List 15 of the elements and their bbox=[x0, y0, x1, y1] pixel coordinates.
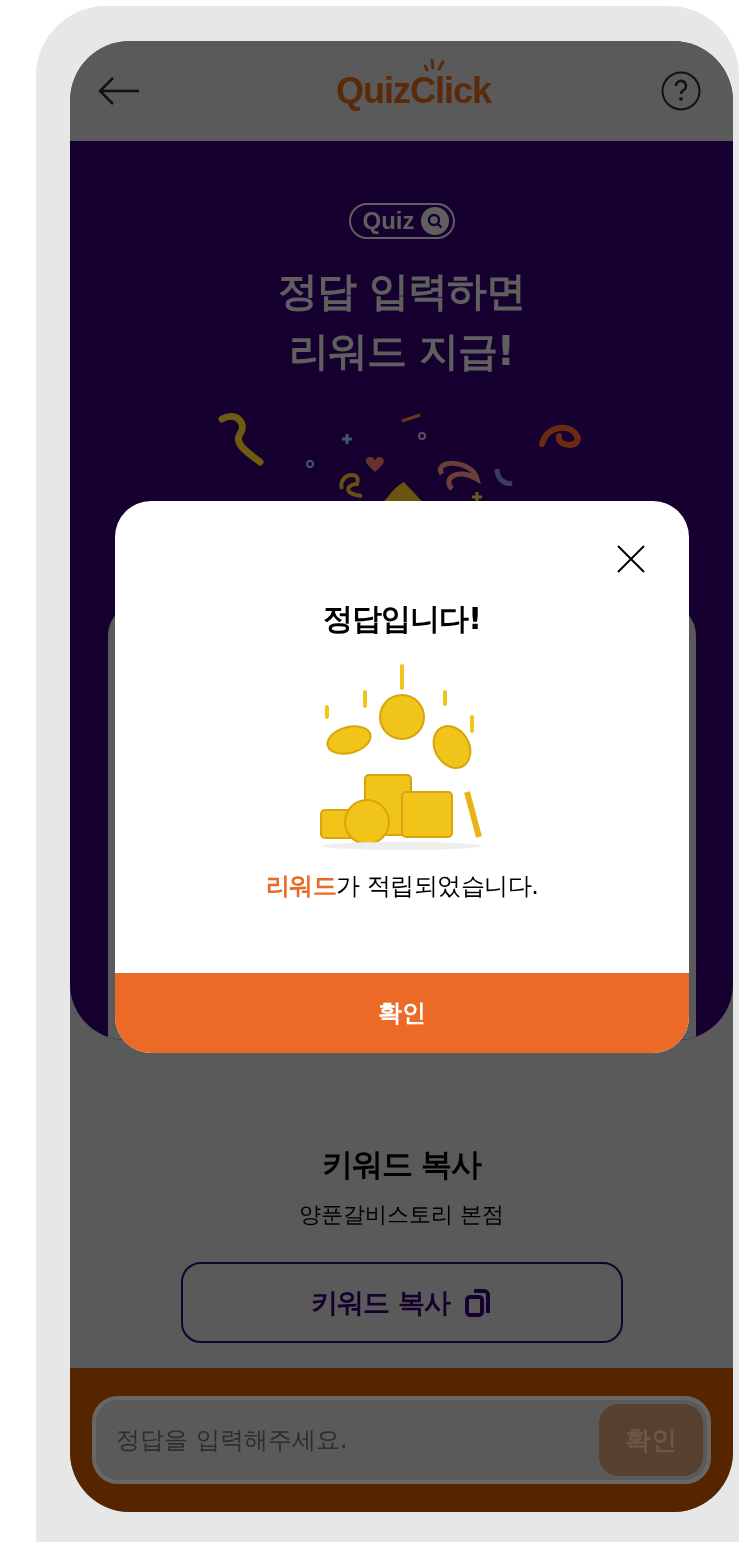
back-arrow-icon[interactable] bbox=[98, 76, 140, 106]
copy-keyword-button[interactable]: 키워드 복사 bbox=[180, 1262, 623, 1343]
quiz-badge: Quiz bbox=[348, 203, 455, 239]
hero-title: 정답 입력하면 리워드 지급! bbox=[278, 267, 525, 376]
store-name: 양푼갈비스토리 본점 bbox=[299, 1201, 504, 1229]
confirm-button[interactable]: 확인 bbox=[115, 973, 689, 1053]
copy-icon bbox=[463, 1286, 492, 1319]
close-icon[interactable] bbox=[617, 545, 645, 573]
app-logo: QuizClick bbox=[335, 70, 491, 112]
section-title: 키워드 복사 bbox=[321, 1145, 482, 1184]
modal-title: 정답입니다! bbox=[323, 600, 481, 638]
sparkle-icon bbox=[423, 58, 446, 72]
search-icon bbox=[420, 207, 449, 235]
reward-message: 리워드가 적립되었습니다. bbox=[265, 871, 539, 902]
help-icon[interactable] bbox=[661, 71, 701, 111]
